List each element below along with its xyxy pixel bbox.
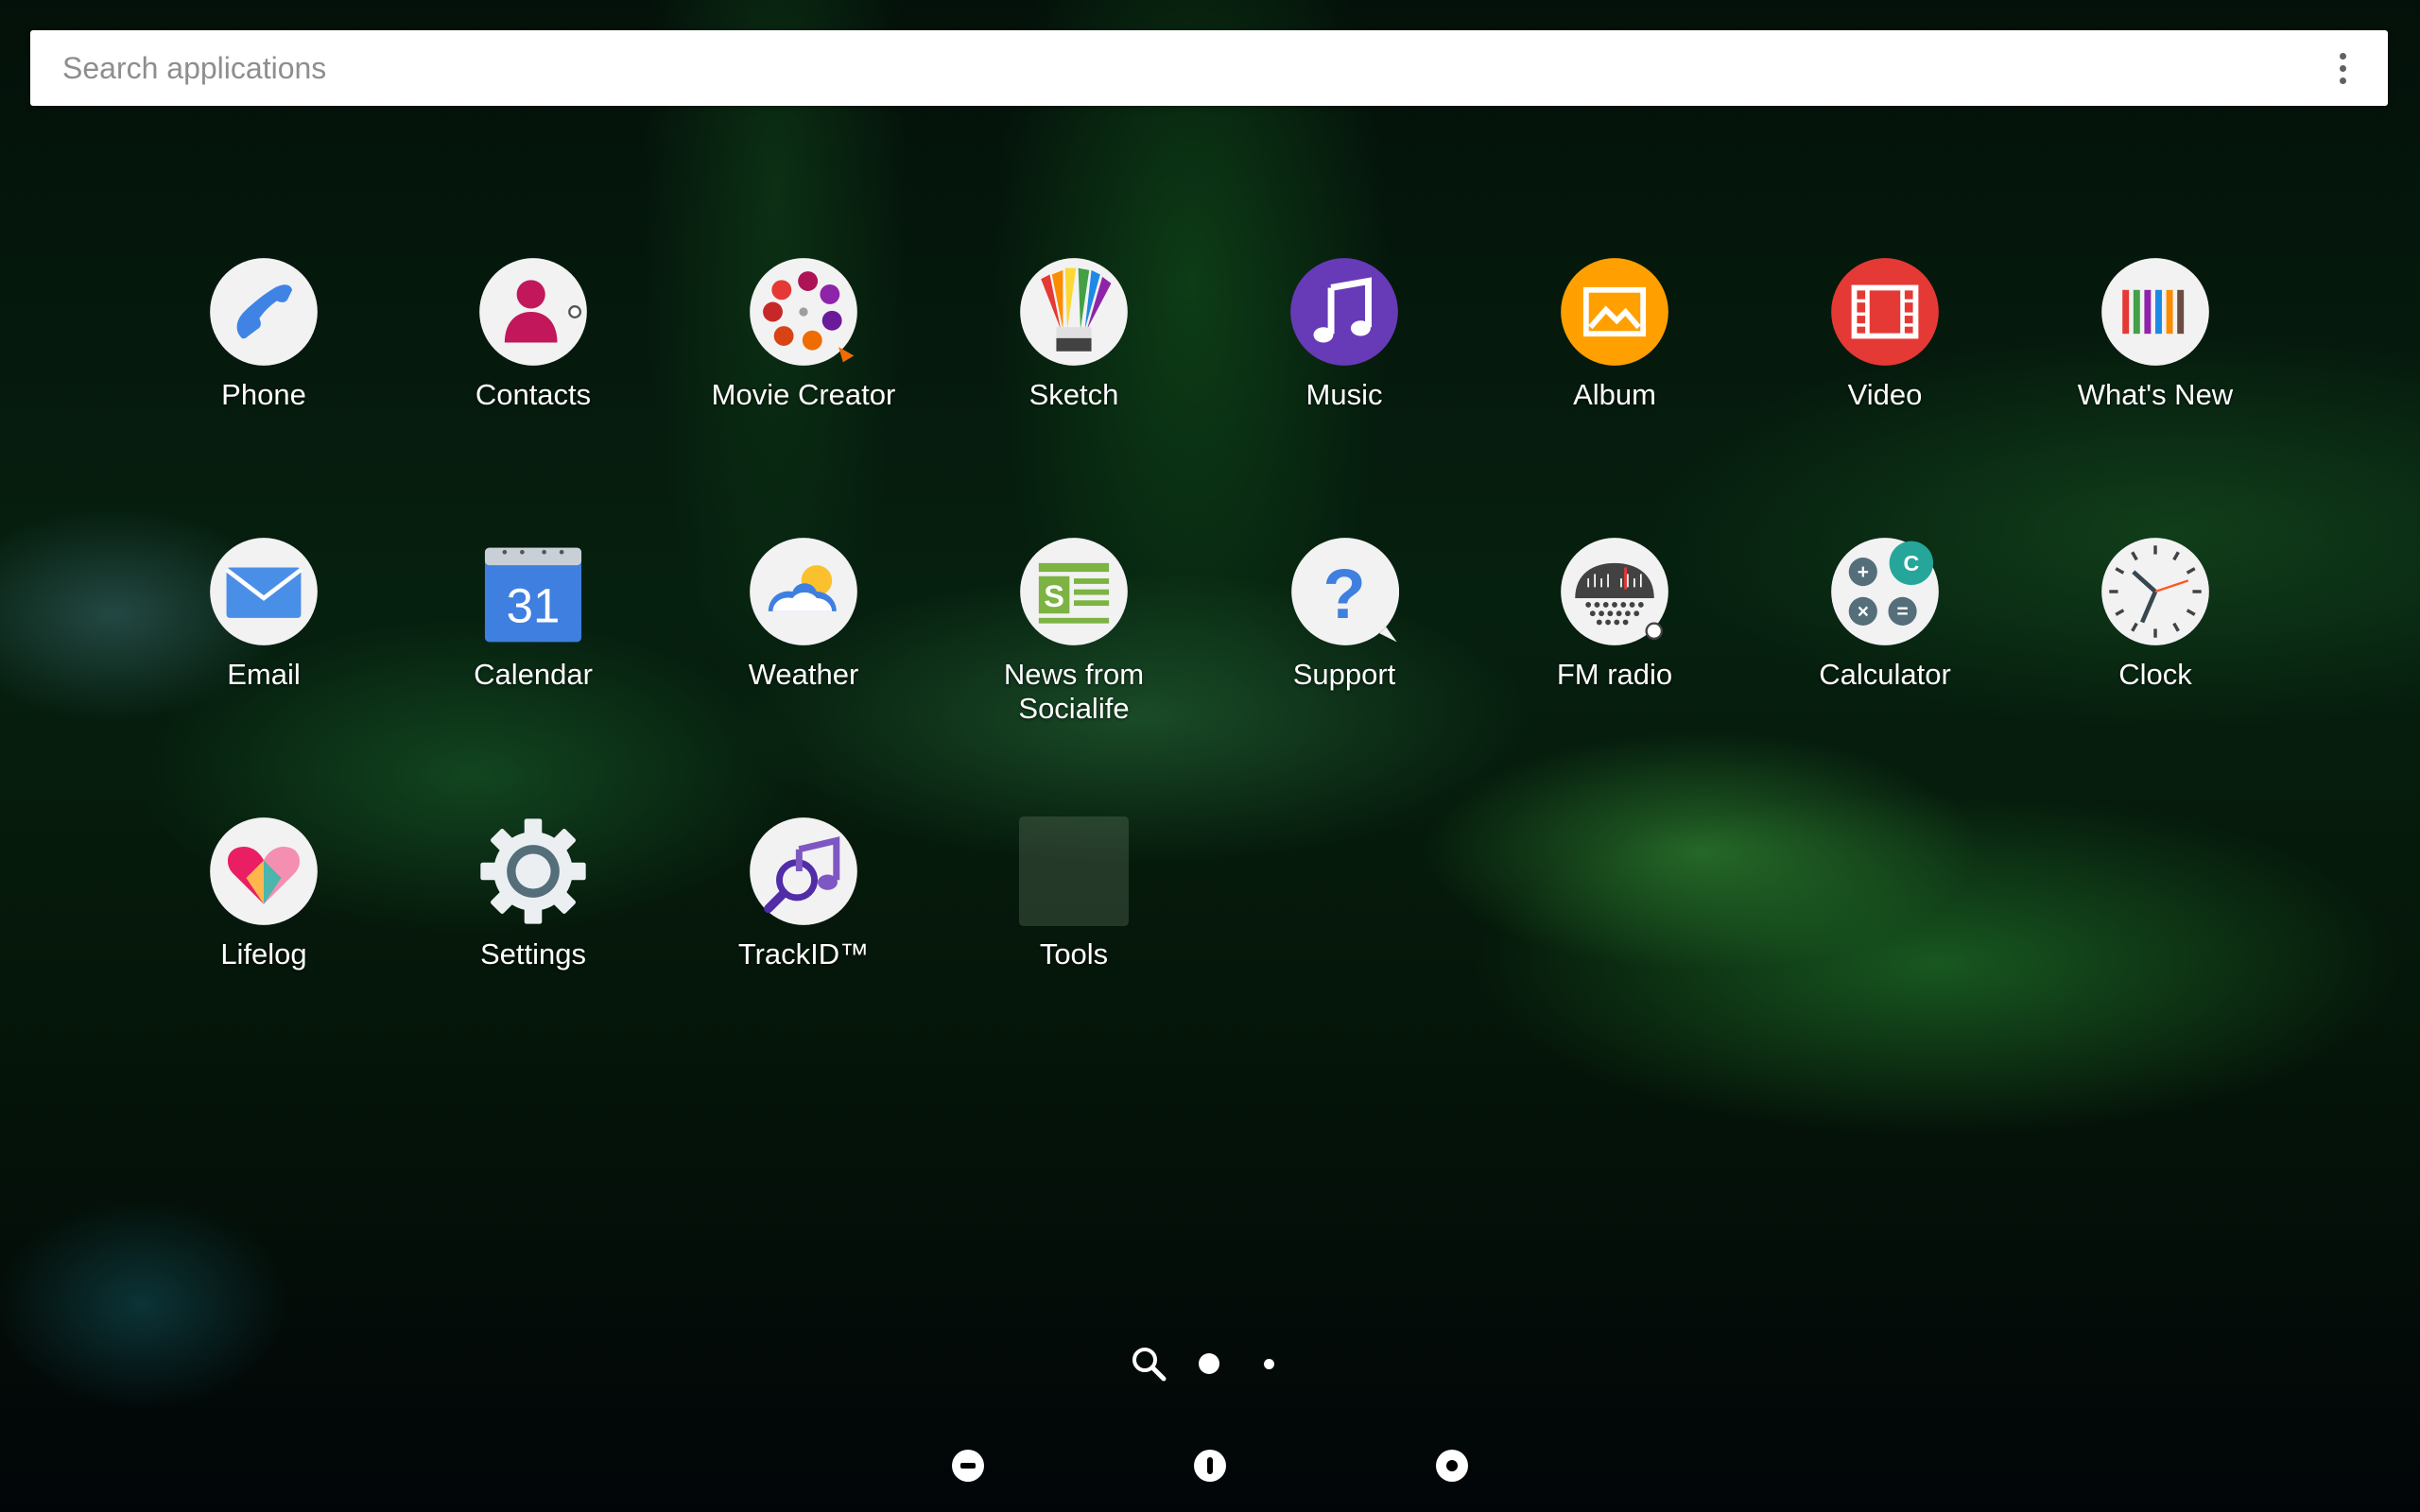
socialife-icon: S <box>1019 537 1129 646</box>
whats-new-icon <box>2100 257 2210 367</box>
movie-creator-icon <box>749 257 858 367</box>
app-label: Settings <box>479 937 586 971</box>
support-icon: ? <box>1289 537 1399 646</box>
app-calendar[interactable]: 31 Calendar <box>410 537 656 692</box>
settings-gear-icon <box>478 816 588 926</box>
svg-text:?: ? <box>1322 555 1365 633</box>
app-label: Tools <box>1039 937 1109 971</box>
contacts-icon <box>478 257 588 367</box>
app-video[interactable]: Video <box>1762 257 2008 412</box>
calendar-icon: 31 <box>478 537 588 646</box>
app-label: Weather <box>748 658 859 691</box>
app-label: News from Socialife <box>1003 658 1145 725</box>
app-weather[interactable]: Weather <box>681 537 926 692</box>
search-icon[interactable] <box>1129 1344 1168 1383</box>
app-label: Movie Creator <box>711 378 896 411</box>
app-label: Email <box>227 658 301 691</box>
album-icon <box>1560 257 1669 367</box>
app-label: Contacts <box>475 378 592 411</box>
app-label: Calendar <box>474 658 593 691</box>
app-label: Support <box>1292 658 1396 691</box>
app-label: FM radio <box>1556 658 1673 691</box>
page-indicator <box>1125 1340 1295 1387</box>
recent-apps-icon[interactable] <box>1434 1448 1470 1484</box>
app-whats-new[interactable]: What's New <box>2032 257 2278 412</box>
app-label: Music <box>1305 378 1383 411</box>
clock-icon <box>2100 537 2210 646</box>
app-label: Phone <box>221 378 306 411</box>
app-label: Clock <box>2118 658 2192 691</box>
app-email[interactable]: Email <box>141 537 387 692</box>
app-music[interactable]: Music <box>1221 257 1467 412</box>
app-grid: Phone Contacts Movie Creator Sketch Musi… <box>0 0 2420 1512</box>
app-label: Video <box>1847 378 1923 411</box>
app-label: Album <box>1573 378 1656 411</box>
fm-radio-icon <box>1560 537 1669 646</box>
app-label: Lifelog <box>220 937 307 971</box>
app-phone[interactable]: Phone <box>141 257 387 412</box>
app-label: Calculator <box>1819 658 1951 691</box>
app-label: What's New <box>2077 378 2234 411</box>
app-tools-folder[interactable]: Tools <box>951 816 1197 971</box>
app-sketch[interactable]: Sketch <box>951 257 1197 412</box>
calculator-icon: + × = C <box>1830 537 1940 646</box>
trackid-icon <box>749 816 858 926</box>
email-icon <box>209 537 319 646</box>
calendar-date-text: 31 <box>507 578 561 632</box>
app-contacts[interactable]: Contacts <box>410 257 656 412</box>
page-dot-active[interactable] <box>1199 1353 1219 1374</box>
page-dot[interactable] <box>1264 1359 1274 1369</box>
app-label: Sketch <box>1028 378 1119 411</box>
tools-folder-icon <box>1019 816 1129 926</box>
app-clock[interactable]: Clock <box>2032 537 2278 692</box>
app-movie-creator[interactable]: Movie Creator <box>681 257 926 412</box>
home-icon[interactable] <box>1192 1448 1228 1484</box>
app-fm-radio[interactable]: FM radio <box>1492 537 1737 692</box>
video-icon <box>1830 257 1940 367</box>
phone-icon <box>209 257 319 367</box>
app-settings[interactable]: Settings <box>410 816 656 971</box>
app-album[interactable]: Album <box>1492 257 1737 412</box>
app-calculator[interactable]: + × = C Calculator <box>1762 537 2008 692</box>
app-news-from-socialife[interactable]: S News from Socialife <box>951 537 1197 726</box>
music-icon <box>1289 257 1399 367</box>
back-icon[interactable] <box>950 1448 986 1484</box>
svg-text:C: C <box>1903 551 1919 576</box>
svg-text:=: = <box>1896 601 1908 623</box>
lifelog-icon <box>209 816 319 926</box>
svg-text:+: + <box>1858 561 1869 583</box>
svg-text:×: × <box>1858 601 1869 623</box>
app-trackid[interactable]: TrackID™ <box>681 816 926 971</box>
app-support[interactable]: ? Support <box>1221 537 1467 692</box>
svg-text:S: S <box>1044 579 1064 613</box>
app-label: TrackID™ <box>737 937 870 971</box>
sketch-icon <box>1019 257 1129 367</box>
app-lifelog[interactable]: Lifelog <box>141 816 387 971</box>
weather-icon <box>749 537 858 646</box>
navigation-bar <box>0 1427 2420 1512</box>
